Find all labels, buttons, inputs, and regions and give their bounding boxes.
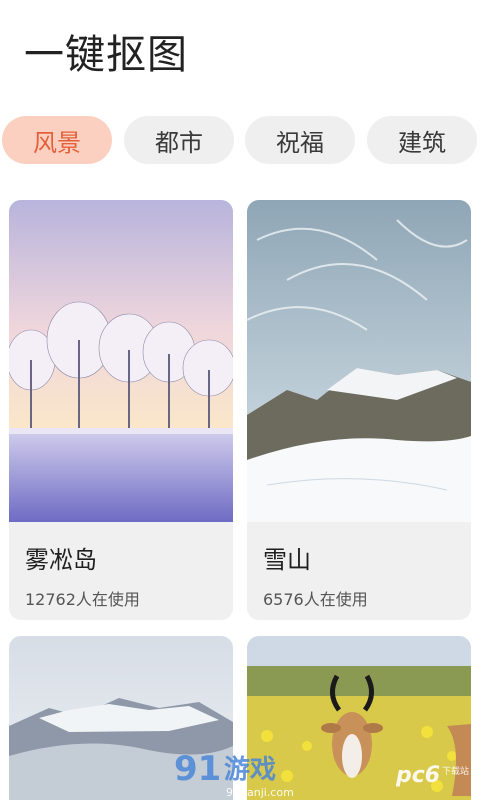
svg-text:91: 91 <box>174 749 221 789</box>
template-card-rime-island[interactable]: 雾凇岛 12762人在使用 <box>9 200 233 620</box>
card-title: 雾凇岛 <box>25 546 97 574</box>
svg-text:pc6: pc6 <box>396 763 440 788</box>
tab-scenery[interactable]: 风景 <box>2 116 112 164</box>
91-games-watermark: 91 游戏 91danji.com <box>174 749 294 799</box>
pc6-watermark: pc6 下载站 <box>396 763 469 788</box>
card-usage-count: 6576人在使用 <box>263 590 368 609</box>
tab-blessing[interactable]: 祝福 <box>245 116 355 164</box>
rime-island-image <box>9 200 233 522</box>
page-title: 一键抠图 <box>24 32 188 78</box>
category-tabs: 风景 都市 祝福 建筑 <box>0 116 480 164</box>
svg-text:91danji.com: 91danji.com <box>226 786 294 799</box>
tab-city[interactable]: 都市 <box>124 116 234 164</box>
card-title: 雪山 <box>263 546 311 574</box>
svg-text:游戏: 游戏 <box>224 755 276 785</box>
svg-text:下载站: 下载站 <box>442 765 469 777</box>
snow-mountain-image <box>247 200 471 522</box>
card-usage-count: 12762人在使用 <box>25 590 140 609</box>
tab-architecture[interactable]: 建筑 <box>367 116 477 164</box>
template-card-snow-mountain[interactable]: 雪山 6576人在使用 <box>247 200 471 620</box>
